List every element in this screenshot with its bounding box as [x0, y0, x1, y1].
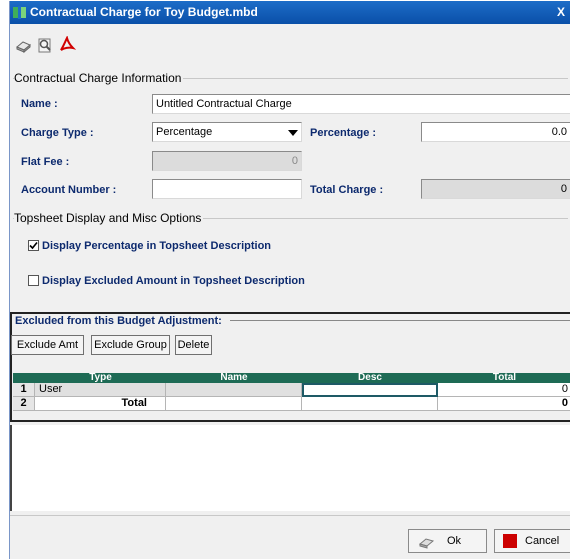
row-type-cell[interactable]: User [35, 383, 166, 397]
row-desc-cell[interactable] [302, 383, 438, 397]
charge-type-select[interactable]: Percentage [152, 122, 302, 142]
column-header-type[interactable]: Type [35, 373, 166, 383]
print-icon[interactable] [14, 36, 32, 54]
flat-fee-input: 0 [152, 151, 302, 171]
total-charge-value: 0 [421, 179, 570, 199]
exclude-amt-button[interactable]: Exclude Amt [11, 335, 84, 355]
cancel-label: Cancel [525, 535, 560, 547]
display-percentage-label[interactable]: Display Percentage in Topsheet Descripti… [42, 240, 271, 252]
footer-divider [10, 515, 570, 516]
chevron-down-icon[interactable] [288, 130, 298, 136]
total-charge-label: Total Charge : [310, 184, 384, 196]
options-legend: Topsheet Display and Misc Options [14, 211, 204, 225]
ok-button[interactable]: Ok [408, 529, 487, 553]
title-bar[interactable]: Contractual Charge for Toy Budget.mbd X [10, 1, 570, 24]
dialog-window: Contractual Charge for Toy Budget.mbd X … [9, 1, 570, 559]
row-type-cell: Total [35, 397, 166, 411]
name-input[interactable]: Untitled Contractual Charge [152, 94, 570, 114]
excluded-title: Excluded from this Budget Adjustment: [15, 315, 222, 327]
row-name-cell[interactable] [166, 383, 302, 397]
window-title: Contractual Charge for Toy Budget.mbd [30, 5, 258, 19]
close-button[interactable]: X [557, 1, 570, 24]
flat-fee-label: Flat Fee : [21, 156, 70, 168]
percentage-label: Percentage : [310, 127, 377, 139]
grid-corner [13, 373, 35, 383]
excluded-divider [230, 320, 570, 321]
exclude-group-button[interactable]: Exclude Group [91, 335, 170, 355]
info-legend: Contractual Charge Information [14, 71, 184, 85]
display-percentage-checkbox[interactable] [28, 240, 39, 251]
app-icon [13, 6, 26, 19]
preview-icon[interactable] [36, 36, 54, 54]
cancel-icon [503, 534, 517, 548]
display-excluded-label[interactable]: Display Excluded Amount in Topsheet Desc… [42, 275, 305, 287]
delete-button[interactable]: Delete [175, 335, 212, 355]
toolbar [10, 24, 570, 66]
checkmark-icon [29, 241, 38, 250]
row-total-cell[interactable]: 0 [438, 383, 570, 397]
row-desc-cell [302, 397, 438, 411]
row-number[interactable]: 1 [13, 383, 35, 397]
ok-label: Ok [447, 535, 462, 547]
row-number[interactable]: 2 [13, 397, 35, 411]
percentage-input[interactable]: 0.0 [421, 122, 570, 142]
account-number-label: Account Number : [21, 184, 117, 196]
cancel-button[interactable]: Cancel [494, 529, 570, 553]
pdf-icon[interactable] [58, 36, 76, 54]
name-label: Name : [21, 98, 58, 110]
ok-icon [419, 538, 435, 549]
display-excluded-checkbox[interactable] [28, 275, 39, 286]
column-header-desc[interactable]: Desc [302, 373, 438, 383]
account-number-input[interactable] [152, 179, 302, 199]
column-header-total[interactable]: Total [438, 373, 570, 383]
charge-type-label: Charge Type : [21, 127, 94, 139]
column-header-name[interactable]: Name [166, 373, 302, 383]
grid-empty-area [10, 425, 570, 511]
row-total-cell: 0 [438, 397, 570, 411]
charge-type-value: Percentage [156, 126, 213, 138]
row-name-cell [166, 397, 302, 411]
